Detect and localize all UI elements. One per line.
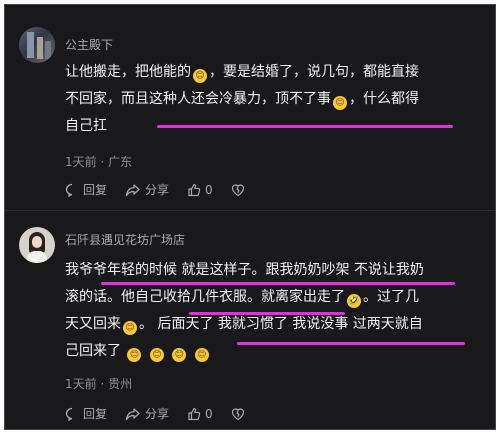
like-count: 0 (205, 406, 213, 421)
reply-button[interactable]: 回复 (65, 405, 107, 422)
like-button[interactable]: 0 (187, 183, 213, 197)
smile-emoji-icon: 😊 (333, 96, 347, 110)
reply-icon (65, 183, 73, 197)
like-button[interactable]: 0 (187, 407, 213, 421)
share-button[interactable]: 分享 (125, 181, 169, 198)
comment-meta: 1天前 · 广东 (65, 155, 133, 169)
username[interactable]: 石阡县遇见花坊广场店 (65, 231, 185, 248)
highlight-underline (101, 282, 455, 285)
avatar[interactable] (19, 227, 55, 263)
smile-emoji-icon: 😊 (127, 348, 142, 362)
share-icon (125, 407, 140, 420)
comment-text: 我爷爷年轻的时候 就是这样子。跟我奶奶吵架 不说让我奶 滚的话。他自己收拾几件衣… (65, 262, 424, 362)
laughing-emoji-icon: 🤣 (347, 294, 361, 308)
comment-actions: 回复 分享 0 (65, 405, 245, 422)
avatar[interactable] (19, 27, 55, 63)
comment-actions: 回复 分享 0 (65, 181, 245, 198)
share-icon (125, 183, 140, 196)
smile-emoji-icon: 😊 (149, 348, 164, 362)
broken-heart-icon (231, 183, 244, 196)
broken-heart-icon (231, 407, 244, 420)
smile-emoji-icon: 😊 (172, 348, 187, 362)
smile-emoji-icon: 😊 (123, 321, 137, 335)
smile-emoji-icon: 😊 (193, 69, 207, 83)
highlight-underline (237, 342, 465, 345)
reply-button[interactable]: 回复 (65, 181, 107, 198)
like-count: 0 (205, 182, 213, 197)
highlight-underline (157, 125, 453, 128)
username[interactable]: 公主殿下 (65, 36, 113, 53)
highlight-underline (189, 312, 345, 315)
reply-icon (65, 407, 73, 421)
divider (5, 210, 495, 211)
comment-meta: 1天前 · 贵州 (65, 377, 133, 391)
share-button[interactable]: 分享 (125, 405, 169, 422)
comment-feed: 公主殿下 让他搬走，把他能的 😊 ，要是结婚了，说几句，都能直接 不回家，而且这种人… (4, 4, 496, 430)
dislike-button[interactable] (231, 183, 245, 197)
smile-emoji-icon: 😊 (194, 348, 209, 362)
thumbs-up-icon (188, 407, 201, 420)
thumbs-up-icon (188, 183, 201, 196)
dislike-button[interactable] (231, 407, 245, 421)
